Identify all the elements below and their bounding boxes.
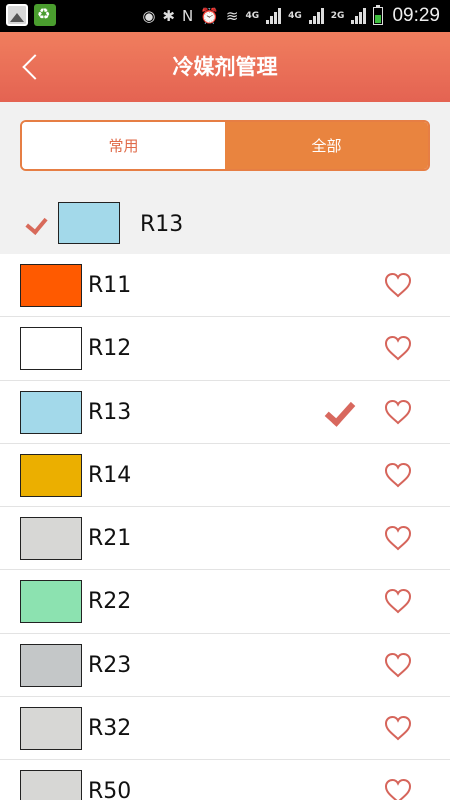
selected-label: R13 (140, 212, 184, 237)
network-type-2: 4G (288, 11, 302, 21)
favorite-heart-icon[interactable] (384, 652, 412, 678)
title-bar: 冷媒剂管理 (0, 32, 450, 102)
network-type-1: 4G (245, 11, 260, 21)
refrigerant-label: R11 (88, 273, 132, 298)
notification-icons (6, 4, 56, 26)
list-item[interactable]: R12 (0, 317, 450, 381)
list-item[interactable]: R22 (0, 570, 450, 634)
color-swatch (20, 580, 82, 624)
selected-refrigerant: R13 (0, 196, 450, 254)
favorite-heart-icon[interactable] (384, 399, 412, 425)
wifi-icon: ≋ (225, 6, 239, 25)
refrigerant-label: R14 (88, 462, 132, 488)
list-item[interactable]: R11 (0, 254, 450, 318)
list-item[interactable]: R23 (0, 633, 450, 698)
color-swatch (20, 770, 82, 800)
selected-color-swatch (58, 202, 120, 244)
tab-all[interactable]: 全部 (225, 122, 428, 169)
favorite-heart-icon[interactable] (384, 525, 412, 551)
segmented-control: 常用 全部 (20, 120, 430, 171)
color-swatch (20, 453, 82, 497)
refrigerant-label: R22 (88, 589, 132, 615)
color-swatch (20, 327, 82, 371)
refrigerant-list: R11 R12 R13 R14 R21 R22 R23 R32 R50 (0, 254, 450, 800)
nfc-icon: N (181, 6, 194, 25)
bluetooth-icon: ✱ (162, 6, 175, 25)
favorite-heart-icon[interactable] (384, 272, 412, 298)
signal-icon-3 (351, 8, 367, 24)
refrigerant-label: R50 (88, 779, 132, 800)
back-button[interactable] (14, 48, 52, 86)
favorite-heart-icon[interactable] (384, 715, 412, 741)
tab-common[interactable]: 常用 (22, 122, 225, 169)
color-swatch (20, 264, 82, 307)
color-swatch (20, 517, 82, 561)
list-item[interactable]: R50 (0, 760, 450, 800)
list-item[interactable]: R14 (0, 443, 450, 508)
battery-icon (373, 5, 384, 25)
favorite-heart-icon[interactable] (384, 462, 412, 488)
refrigerant-label: R23 (88, 652, 132, 678)
check-icon (318, 399, 354, 425)
color-swatch (20, 390, 82, 434)
list-item[interactable]: R32 (0, 697, 450, 761)
status-bar: ◉ ✱ N ⏰ ≋ 4G 4G 2G 09:29 (0, 0, 450, 32)
list-item[interactable]: R13 (0, 380, 450, 444)
filter-area: 常用 全部 R13 (0, 102, 450, 254)
list-item[interactable]: R21 (0, 507, 450, 571)
page-title: 冷媒剂管理 (172, 55, 278, 79)
favorite-heart-icon[interactable] (384, 335, 412, 361)
refrigerant-label: R32 (88, 716, 132, 742)
eye-icon: ◉ (142, 6, 156, 25)
refrigerant-label: R21 (88, 526, 132, 552)
check-icon (26, 214, 50, 232)
alarm-icon: ⏰ (200, 6, 219, 25)
color-swatch (20, 707, 82, 751)
status-icons: ◉ ✱ N ⏰ ≋ 4G 4G 2G 09:29 (142, 0, 440, 32)
app-notification-icon (34, 4, 56, 26)
refrigerant-label: R12 (88, 336, 132, 362)
signal-icon-2 (308, 8, 324, 24)
favorite-heart-icon[interactable] (384, 778, 412, 800)
gallery-notification-icon (6, 4, 28, 26)
favorite-heart-icon[interactable] (384, 588, 412, 614)
clock: 09:29 (392, 5, 440, 26)
signal-icon (266, 8, 282, 24)
color-swatch (20, 643, 82, 687)
refrigerant-label: R13 (88, 399, 132, 425)
network-type-3: 2G (330, 11, 345, 21)
